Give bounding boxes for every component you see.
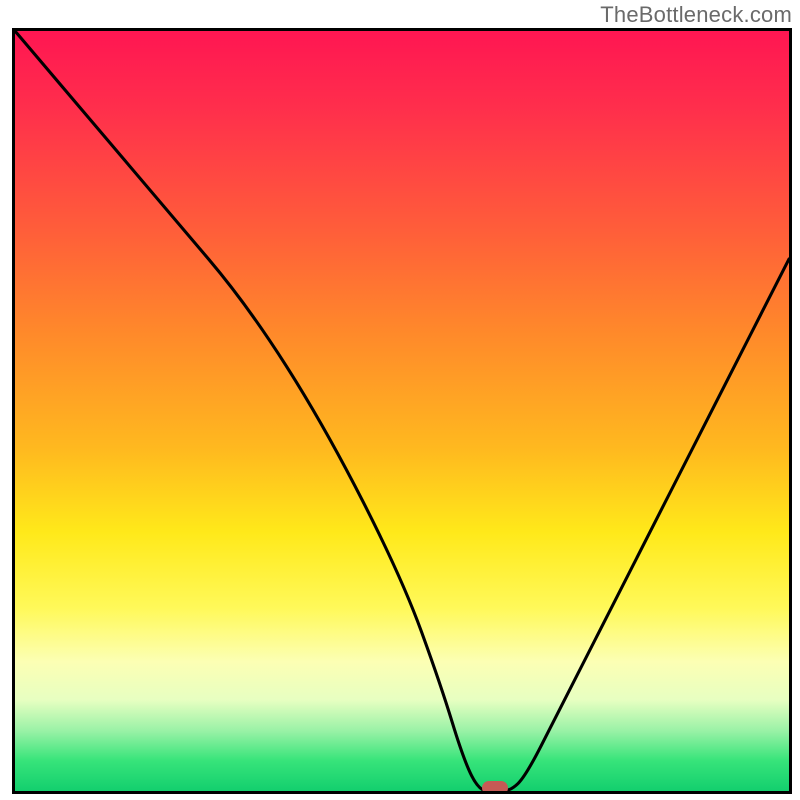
- plot-frame: [12, 28, 792, 794]
- bottleneck-curve: [15, 31, 789, 791]
- watermark-label: TheBottleneck.com: [600, 2, 792, 28]
- chart-canvas: TheBottleneck.com: [0, 0, 800, 800]
- optimum-marker: [482, 781, 508, 794]
